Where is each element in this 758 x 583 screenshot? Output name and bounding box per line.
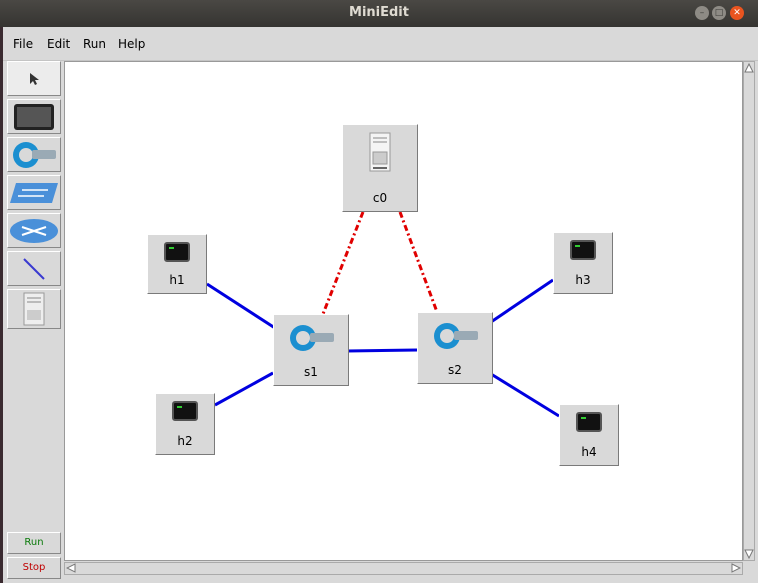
host-node-h4[interactable]: h4	[559, 404, 619, 466]
link-c0-s1[interactable]	[321, 211, 365, 315]
scroll-right-icon	[731, 563, 741, 573]
stop-button[interactable]: Stop	[7, 557, 61, 579]
host-node-h1[interactable]: h1	[147, 234, 207, 294]
node-label: h1	[169, 273, 185, 287]
node-label: h4	[581, 445, 597, 459]
menu-edit[interactable]: Edit	[47, 37, 70, 51]
node-label: h2	[177, 434, 193, 448]
topology-canvas[interactable]: c0 h1 h2 h3 h4 s1 s2	[64, 61, 743, 561]
link-s2-h4[interactable]	[490, 372, 560, 418]
scroll-left-icon	[66, 563, 76, 573]
tool-palette: Run Stop	[6, 61, 64, 579]
pointer-icon	[30, 72, 39, 85]
run-button[interactable]: Run	[7, 532, 61, 554]
terminal-icon	[172, 401, 198, 421]
link-s1-s2[interactable]	[346, 348, 418, 353]
controller-tool-button[interactable]	[7, 289, 61, 329]
horizontal-scrollbar[interactable]	[64, 562, 743, 575]
link-s2-h3[interactable]	[490, 278, 554, 324]
switch-icon	[13, 141, 56, 168]
legacy-switch-icon	[10, 182, 58, 203]
link-h2-s1[interactable]	[214, 371, 274, 407]
maximize-icon[interactable]: □	[712, 6, 726, 20]
close-icon[interactable]: ✕	[730, 6, 744, 20]
controller-icon	[368, 132, 392, 175]
node-label: s1	[304, 365, 318, 379]
router-tool-button[interactable]	[7, 213, 61, 248]
host-tool-button[interactable]	[7, 99, 61, 134]
host-icon	[14, 103, 54, 130]
switch-icon	[286, 322, 336, 357]
miniedit-window: File Edit Run Help Run Stop c0 h1 h2 h3 …	[3, 27, 758, 583]
switch-tool-button[interactable]	[7, 137, 61, 172]
switch-icon	[430, 320, 480, 355]
scroll-up-icon	[744, 63, 754, 73]
controller-icon	[23, 292, 45, 326]
terminal-icon	[576, 412, 602, 432]
node-label: h3	[575, 273, 591, 287]
link-c0-s2[interactable]	[398, 211, 439, 313]
select-tool-button[interactable]	[7, 61, 61, 96]
link-icon	[23, 257, 45, 280]
router-icon	[10, 218, 58, 243]
host-node-h2[interactable]: h2	[155, 393, 215, 455]
menu-help[interactable]: Help	[118, 37, 145, 51]
vertical-scrollbar[interactable]	[743, 61, 755, 561]
title-bar: MiniEdit – □ ✕	[0, 0, 758, 27]
node-label: c0	[372, 191, 388, 205]
controller-node-c0[interactable]: c0	[342, 124, 418, 212]
scroll-down-icon	[744, 549, 754, 559]
link-tool-button[interactable]	[7, 251, 61, 286]
switch-node-s1[interactable]: s1	[273, 314, 349, 386]
minimize-icon[interactable]: –	[695, 6, 709, 20]
node-label: s2	[448, 363, 462, 377]
menu-file[interactable]: File	[13, 37, 33, 51]
link-h1-s1[interactable]	[206, 282, 276, 330]
menu-bar: File Edit Run Help	[3, 27, 758, 61]
terminal-icon	[570, 240, 596, 260]
legacy-switch-tool-button[interactable]	[7, 175, 61, 210]
host-node-h3[interactable]: h3	[553, 232, 613, 294]
switch-node-s2[interactable]: s2	[417, 312, 493, 384]
terminal-icon	[164, 242, 190, 262]
window-title: MiniEdit	[349, 5, 409, 20]
menu-run[interactable]: Run	[83, 37, 106, 51]
